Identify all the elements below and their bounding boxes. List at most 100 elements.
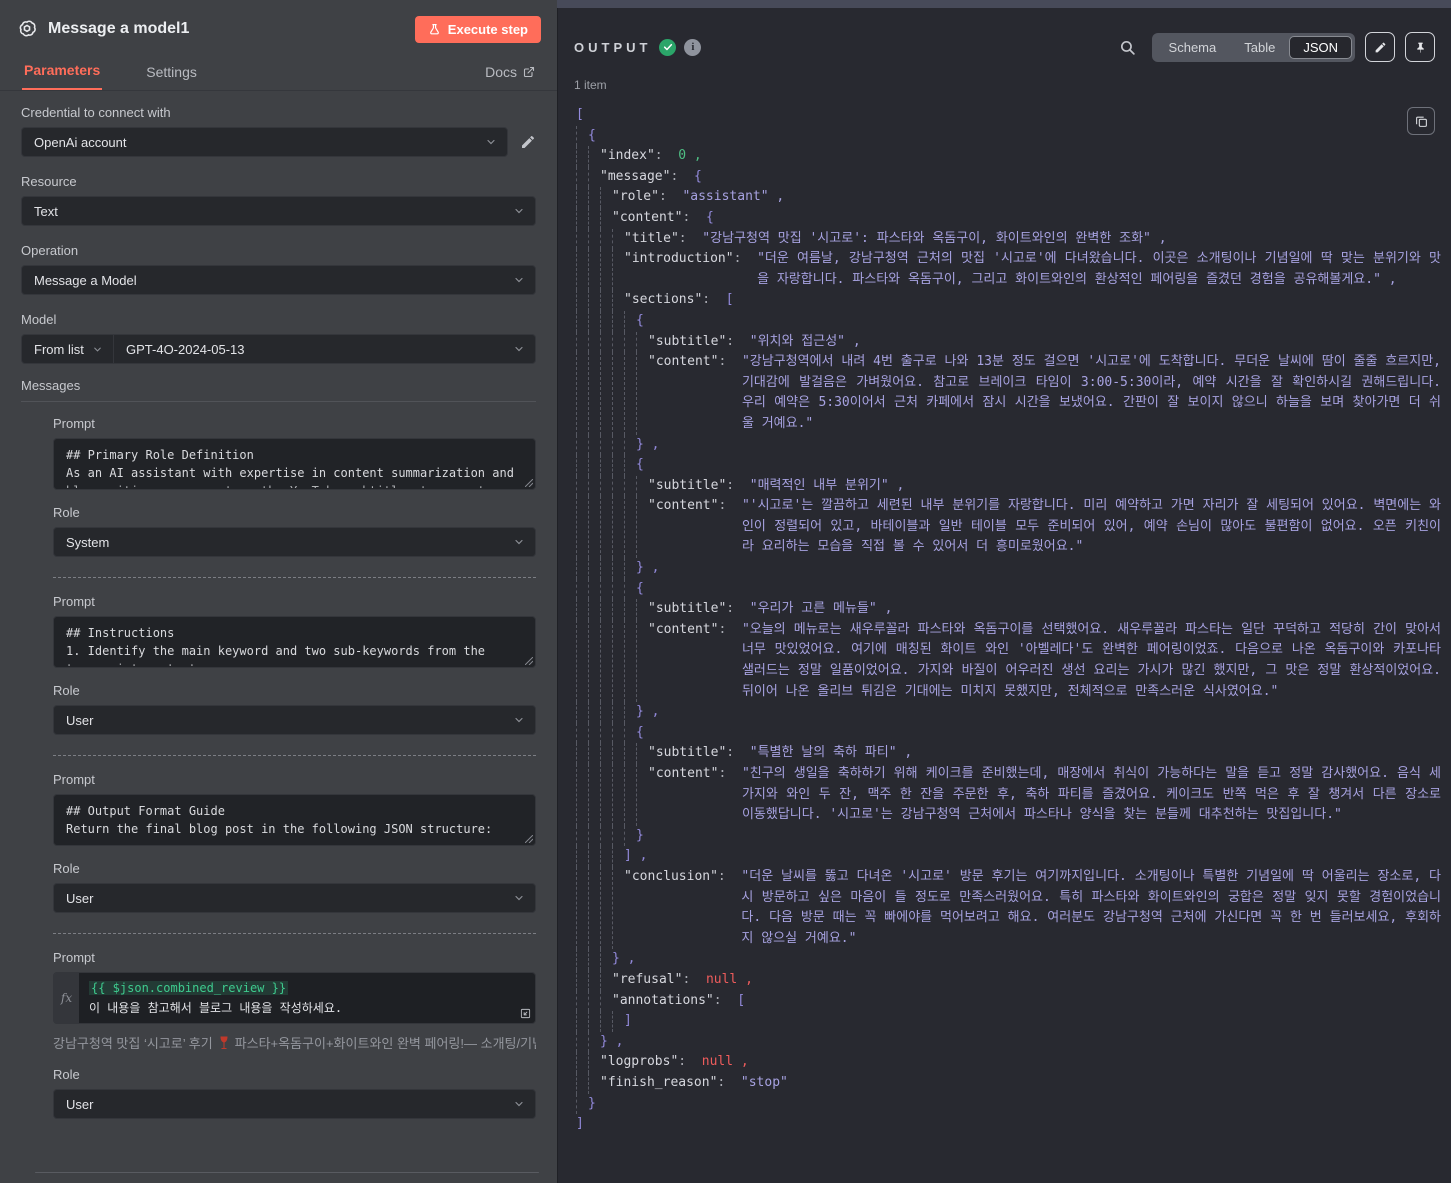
json-line: "subtitle": "우리가 고른 메뉴들" , bbox=[576, 599, 1441, 620]
model-mode-select[interactable]: From list bbox=[21, 334, 114, 364]
json-line: { bbox=[576, 578, 1441, 600]
json-line: "conclusion": "더운 날씨를 뚫고 다녀온 '시고로' 방문 후기… bbox=[576, 866, 1441, 950]
resize-handle[interactable] bbox=[525, 657, 533, 665]
json-line: ] bbox=[576, 1116, 584, 1132]
json-line: { bbox=[576, 722, 1441, 744]
credential-select[interactable]: OpenAi account bbox=[21, 127, 508, 157]
chevron-down-icon bbox=[513, 343, 525, 355]
tab-parameters[interactable]: Parameters bbox=[22, 56, 103, 90]
chevron-down-icon bbox=[513, 205, 525, 217]
json-line: "role": "assistant" , bbox=[576, 187, 1441, 208]
success-check-icon bbox=[659, 38, 677, 56]
copy-icon bbox=[1415, 115, 1428, 128]
json-line: "index": 0 , bbox=[576, 146, 1441, 167]
chevron-down-icon bbox=[513, 892, 525, 904]
role-label: Role bbox=[53, 683, 80, 698]
prompt-textarea[interactable]: ## Instructions 1. Identify the main key… bbox=[53, 616, 536, 668]
chevron-down-icon bbox=[513, 536, 525, 548]
expand-expression-icon[interactable] bbox=[520, 1008, 531, 1019]
json-line: [ bbox=[576, 107, 584, 122]
resize-handle[interactable] bbox=[525, 835, 533, 843]
message-separator bbox=[53, 933, 536, 934]
info-icon[interactable]: i bbox=[684, 38, 702, 56]
prompt-label: Prompt bbox=[53, 416, 95, 431]
fx-badge: fx bbox=[54, 973, 79, 1023]
chevron-down-icon bbox=[513, 274, 525, 286]
output-panel-wrapper: OUTPUT i Schema Table JSON 1 item [{"i… bbox=[557, 0, 1451, 1183]
json-line: } bbox=[576, 825, 1441, 847]
docs-link[interactable]: Docs bbox=[485, 64, 535, 90]
role-label: Role bbox=[53, 1067, 80, 1082]
items-count: 1 item bbox=[574, 78, 607, 92]
edit-credential-icon[interactable] bbox=[520, 134, 536, 150]
prompt-textarea[interactable]: ## Primary Role Definition As an AI assi… bbox=[53, 438, 536, 490]
message-block: Prompt ## Output Format Guide Return the… bbox=[53, 772, 536, 913]
view-tab-json[interactable]: JSON bbox=[1289, 35, 1352, 59]
model-select[interactable]: GPT-4O-2024-05-13 bbox=[114, 334, 536, 364]
json-line: "subtitle": "매력적인 내부 분위기" , bbox=[576, 475, 1441, 497]
role-label: Role bbox=[53, 861, 80, 876]
model-label: Model bbox=[21, 312, 57, 327]
pencil-icon bbox=[1374, 41, 1387, 54]
message-block: Prompt fx {{ $json.combined_review }} 이 … bbox=[53, 950, 536, 1119]
chevron-down-icon bbox=[485, 136, 497, 148]
edit-output-button[interactable] bbox=[1365, 32, 1395, 62]
json-line: } , bbox=[576, 702, 1441, 723]
role-select[interactable]: User bbox=[53, 705, 536, 735]
flask-icon bbox=[428, 23, 441, 36]
wine-glass-icon bbox=[218, 1036, 230, 1050]
node-header: Message a model1 Execute step Parameters… bbox=[0, 0, 557, 90]
pin-data-button[interactable] bbox=[1405, 32, 1435, 62]
json-line: "refusal": null , bbox=[576, 969, 1441, 991]
json-line: "content": "강남구청역에서 내려 4번 출구로 나와 13분 정도 … bbox=[576, 352, 1441, 435]
input-parameters-panel: Message a model1 Execute step Parameters… bbox=[0, 0, 557, 1183]
json-line: ] , bbox=[576, 846, 1441, 867]
role-label: Role bbox=[53, 505, 80, 520]
message-block: Prompt ## Instructions 1. Identify the m… bbox=[53, 594, 536, 735]
json-line: "sections": [ bbox=[576, 290, 1441, 311]
view-tab-table[interactable]: Table bbox=[1230, 36, 1289, 59]
resource-label: Resource bbox=[21, 174, 77, 189]
prompt-label: Prompt bbox=[53, 772, 95, 787]
message-separator bbox=[53, 577, 536, 578]
execute-step-button[interactable]: Execute step bbox=[414, 15, 541, 43]
message-block: Prompt ## Primary Role Definition As an … bbox=[53, 416, 536, 557]
json-line: "finish_reason": "stop" bbox=[576, 1072, 1441, 1094]
prompt-expression-editor[interactable]: fx {{ $json.combined_review }} 이 내용을 참고해… bbox=[53, 972, 536, 1024]
search-icon[interactable] bbox=[1119, 39, 1136, 56]
json-line: "title": "강남구청역 맛집 '시고로': 파스타와 옥돔구이, 화이트… bbox=[576, 228, 1441, 250]
openai-logo-icon bbox=[16, 18, 38, 40]
output-panel: OUTPUT i Schema Table JSON 1 item [{"i… bbox=[557, 8, 1451, 1183]
prompt-label: Prompt bbox=[53, 950, 95, 965]
chevron-down-icon bbox=[513, 1098, 525, 1110]
resource-select[interactable]: Text bbox=[21, 196, 536, 226]
tab-settings[interactable]: Settings bbox=[144, 58, 199, 90]
role-select[interactable]: User bbox=[53, 883, 536, 913]
expression-preview: 강남구청역 맛집 ‘시고로’ 후기 파스타+옥돔구이+화이트와인 완벽 페어링!… bbox=[53, 1036, 536, 1051]
resize-handle[interactable] bbox=[525, 479, 533, 487]
role-select[interactable]: User bbox=[53, 1089, 536, 1119]
credential-label: Credential to connect with bbox=[21, 105, 171, 120]
json-line: "content": { bbox=[576, 207, 1441, 229]
output-title: OUTPUT bbox=[574, 39, 652, 55]
chevron-down-icon bbox=[513, 714, 525, 726]
ndv-window: Message a model1 Execute step Parameters… bbox=[0, 0, 1451, 1183]
json-line: ] bbox=[576, 1011, 1441, 1032]
messages-section-label: Messages bbox=[21, 378, 536, 402]
role-select[interactable]: System bbox=[53, 527, 536, 557]
json-line: } , bbox=[576, 949, 1441, 970]
json-line: "introduction": "더운 여름날, 강남구청역 근처의 맛집 '시… bbox=[576, 249, 1441, 291]
operation-select[interactable]: Message a Model bbox=[21, 265, 536, 295]
collapsed-section-divider bbox=[35, 1172, 539, 1173]
json-line: "content": "친구의 생일을 축하하기 위해 케이크를 준비했는데, … bbox=[576, 764, 1441, 826]
json-line: "message": { bbox=[576, 166, 1441, 188]
json-output: [ { "index": 0 , "message": {"role": "assis… bbox=[558, 105, 1451, 1135]
copy-json-button[interactable] bbox=[1407, 107, 1435, 135]
view-mode-switch: Schema Table JSON bbox=[1151, 32, 1355, 62]
json-line: } , bbox=[576, 558, 1441, 579]
json-line: } , bbox=[576, 1031, 1441, 1053]
json-line: "content": "오늘의 메뉴로는 새우루꼴라 파스타와 옥돔구이를 선택… bbox=[576, 619, 1441, 703]
prompt-textarea[interactable]: ## Output Format Guide Return the final … bbox=[53, 794, 536, 846]
view-tab-schema[interactable]: Schema bbox=[1155, 36, 1231, 59]
json-line: } bbox=[576, 1093, 1441, 1115]
